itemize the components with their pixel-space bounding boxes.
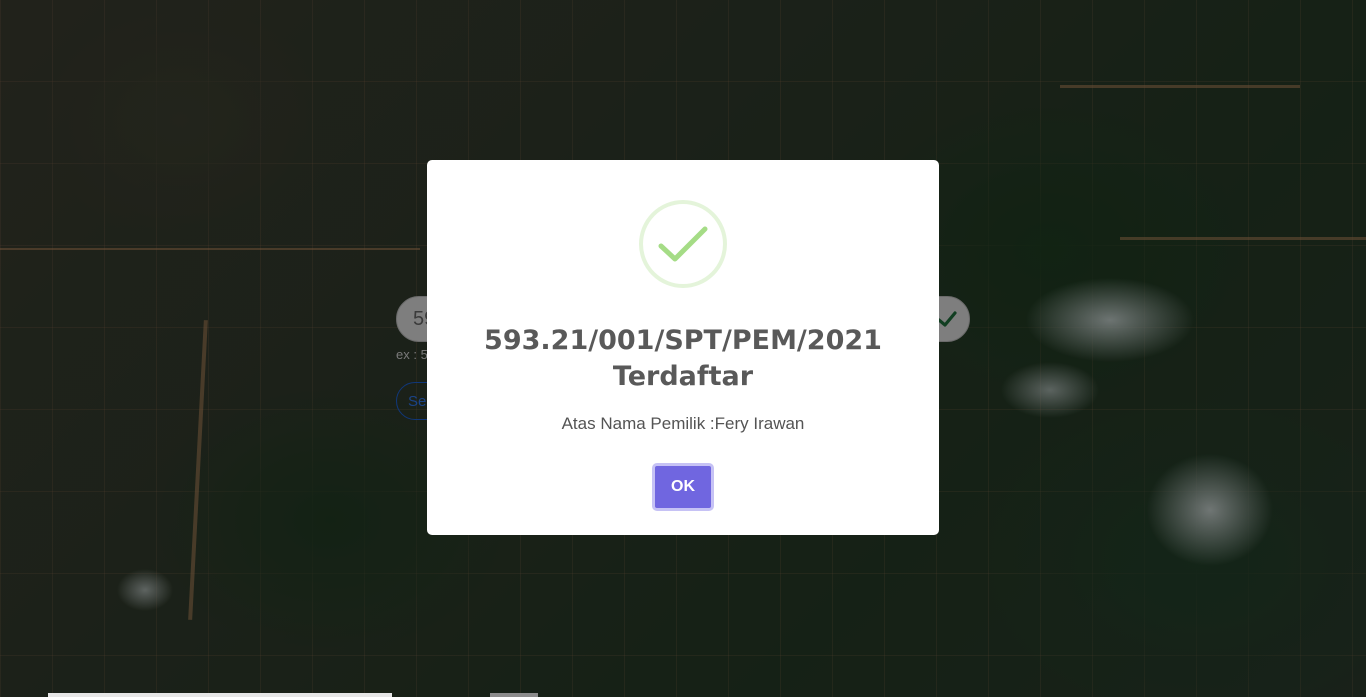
horizontal-scrollbar[interactable] (48, 693, 392, 697)
ok-button[interactable]: OK (652, 463, 714, 511)
dialog-title-number: 593.21/001/SPT/PEM/2021 (484, 325, 882, 356)
scrollbar-thumb[interactable] (490, 693, 538, 697)
dialog-title-status: Terdaftar (612, 361, 754, 392)
success-check-icon (639, 200, 727, 288)
success-dialog: 593.21/001/SPT/PEM/2021 Terdaftar Atas N… (427, 160, 939, 535)
dialog-title: 593.21/001/SPT/PEM/2021 Terdaftar (484, 323, 882, 395)
dialog-owner-text: Atas Nama Pemilik :Fery Irawan (561, 414, 805, 433)
